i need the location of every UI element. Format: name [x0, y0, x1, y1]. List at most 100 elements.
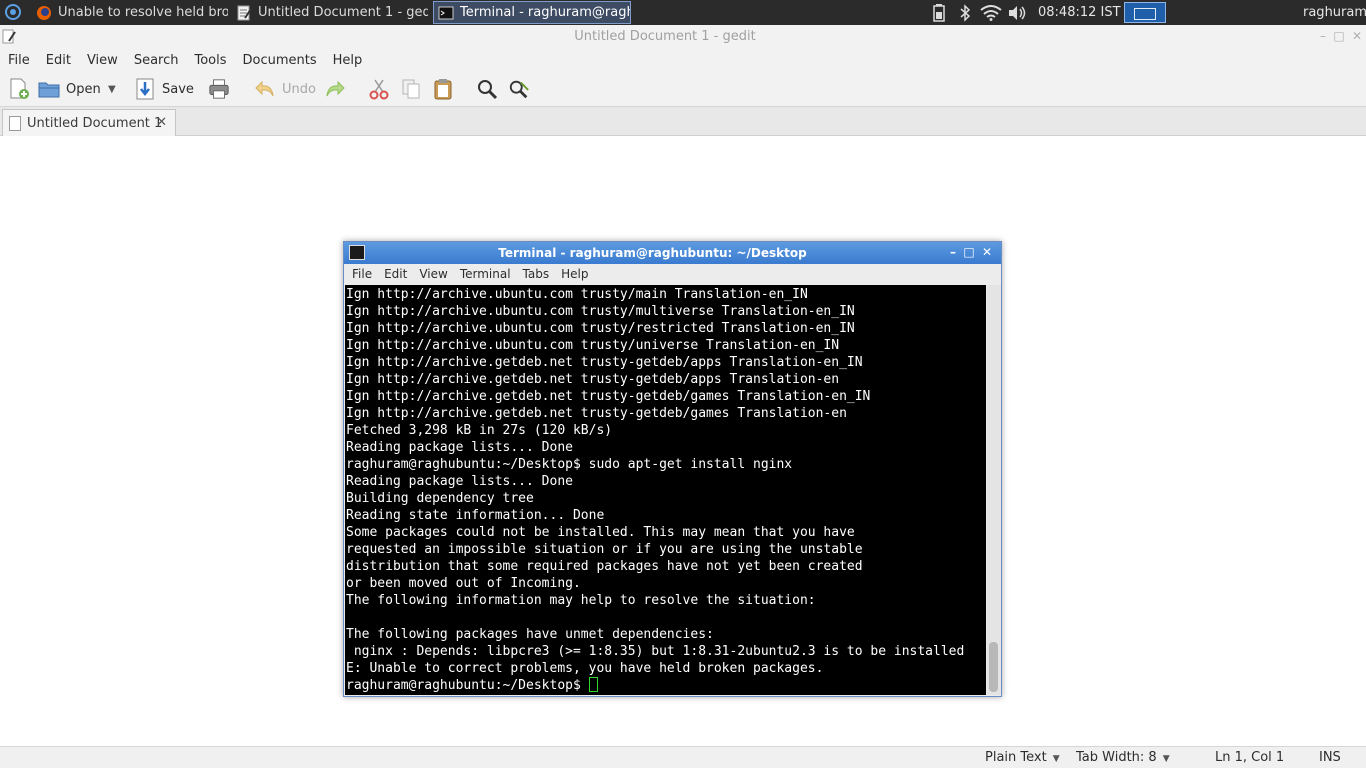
search-replace-button[interactable] — [508, 77, 536, 101]
terminal-titlebar[interactable]: Terminal - raghuram@raghubuntu: ~/Deskto… — [344, 242, 1001, 264]
language-selector[interactable]: Plain Text ▼ — [985, 747, 1060, 768]
insert-mode: INS — [1319, 750, 1341, 765]
terminal-line: Ign http://archive.ubuntu.com trusty/res… — [346, 321, 855, 336]
save-button[interactable]: Save — [134, 77, 194, 101]
terminal-menu-file[interactable]: File — [346, 267, 378, 281]
new-file-icon — [8, 78, 30, 100]
terminal-line: Building dependency tree — [346, 491, 534, 506]
terminal-menu-terminal[interactable]: Terminal — [454, 267, 517, 281]
terminal-icon — [438, 5, 454, 21]
menu-help[interactable]: Help — [325, 53, 371, 68]
clock[interactable]: 08:48:12 IST — [1038, 0, 1121, 25]
chevron-down-icon: ▼ — [1052, 754, 1060, 764]
taskbar-item-terminal[interactable]: Terminal - raghuram@ragh… — [433, 1, 631, 24]
open-recent-dropdown[interactable]: ▼ — [108, 77, 116, 101]
taskbar-item-label: Terminal - raghuram@ragh… — [460, 5, 631, 20]
close-button[interactable]: ✕ — [1350, 29, 1364, 43]
terminal-line: Some packages could not be installed. Th… — [346, 525, 855, 540]
taskbar-item-gedit[interactable]: Untitled Document 1 - gedit — [232, 1, 428, 24]
terminal-scrollbar[interactable] — [987, 285, 1001, 695]
terminal-menu-tabs[interactable]: Tabs — [517, 267, 556, 281]
wifi-icon[interactable] — [979, 0, 1003, 25]
terminal-cursor — [588, 677, 598, 692]
document-icon — [9, 115, 21, 131]
terminal-prompt-line[interactable]: raghuram@raghubuntu:~/Desktop$ — [346, 677, 986, 694]
volume-icon[interactable] — [1006, 0, 1028, 25]
menu-search[interactable]: Search — [126, 53, 187, 68]
menu-tools[interactable]: Tools — [186, 53, 234, 68]
top-panel: Unable to resolve held bro… Untitled Doc… — [0, 0, 1366, 25]
text-editor-icon — [236, 5, 252, 21]
save-icon — [134, 78, 156, 100]
terminal-menubar: File Edit View Terminal Tabs Help — [344, 264, 1001, 284]
terminal-line: Reading package lists... Done — [346, 474, 573, 489]
terminal-line: E: Unable to correct problems, you have … — [346, 661, 824, 676]
terminal-menu-help[interactable]: Help — [555, 267, 594, 281]
language-label: Plain Text — [985, 750, 1047, 765]
menu-view[interactable]: View — [79, 53, 126, 68]
applications-menu-button[interactable] — [3, 2, 23, 22]
terminal-line: nginx : Depends: libpcre3 (>= 1:8.35) bu… — [346, 644, 965, 659]
terminal-line: requested an impossible situation or if … — [346, 542, 863, 557]
undo-button[interactable]: Undo — [254, 77, 316, 101]
menu-file[interactable]: File — [0, 53, 38, 68]
terminal-line: Ign http://archive.ubuntu.com trusty/uni… — [346, 338, 840, 353]
window-title: Untitled Document 1 - gedit — [574, 29, 756, 44]
redo-icon — [324, 78, 346, 100]
user-menu[interactable]: raghuram — [1303, 0, 1366, 25]
terminal-line: The following packages have unmet depend… — [346, 627, 714, 642]
gedit-statusbar: Plain Text ▼ Tab Width: 8 ▼ Ln 1, Col 1 IN… — [0, 746, 1366, 768]
workspace-window-preview — [1134, 8, 1156, 20]
chevron-down-icon: ▼ — [1162, 754, 1170, 764]
tab-label: Untitled Document 1 — [27, 115, 163, 131]
terminal-line: Ign http://archive.getdeb.net trusty-get… — [346, 372, 840, 387]
paste-button[interactable] — [432, 77, 460, 101]
terminal-line: Reading package lists... Done — [346, 440, 573, 455]
copy-button[interactable] — [400, 77, 428, 101]
undo-label: Undo — [282, 81, 316, 97]
terminal-menu-edit[interactable]: Edit — [378, 267, 413, 281]
taskbar-item-firefox[interactable]: Unable to resolve held bro… — [32, 1, 228, 24]
terminal-menu-view[interactable]: View — [413, 267, 453, 281]
menu-edit[interactable]: Edit — [38, 53, 79, 68]
terminal-line: Ign http://archive.ubuntu.com trusty/mul… — [346, 304, 855, 319]
terminal-line: Ign http://archive.ubuntu.com trusty/mai… — [346, 287, 808, 302]
terminal-title: Terminal - raghuram@raghubuntu: ~/Deskto… — [498, 246, 807, 260]
scrollbar-thumb[interactable] — [989, 642, 998, 692]
folder-open-icon — [38, 78, 60, 100]
chevron-down-icon: ▼ — [108, 83, 116, 95]
cut-button[interactable] — [368, 77, 396, 101]
maximize-button[interactable]: □ — [1332, 29, 1346, 43]
gedit-titlebar[interactable]: Untitled Document 1 - gedit – □ ✕ — [0, 25, 1366, 49]
terminal-line: The following information may help to re… — [346, 593, 816, 608]
terminal-line: or been moved out of Incoming. — [346, 576, 581, 591]
open-button[interactable]: Open — [38, 77, 101, 101]
new-document-button[interactable] — [8, 77, 36, 101]
scissors-icon — [368, 78, 390, 100]
menu-documents[interactable]: Documents — [235, 53, 325, 68]
firefox-icon — [36, 5, 52, 21]
bluetooth-icon[interactable] — [956, 0, 974, 25]
tab-width-selector[interactable]: Tab Width: 8 ▼ — [1076, 747, 1170, 768]
search-button[interactable] — [476, 77, 504, 101]
tab-width-label: Tab Width: 8 — [1076, 750, 1157, 765]
minimize-button[interactable]: – — [1316, 29, 1330, 43]
terminal-line: Reading state information... Done — [346, 508, 605, 523]
search-replace-icon — [508, 78, 530, 100]
battery-icon[interactable] — [930, 0, 948, 25]
terminal-line: distribution that some required packages… — [346, 559, 863, 574]
workspace-switcher[interactable] — [1124, 2, 1166, 23]
tab-untitled-document-1[interactable]: Untitled Document 1 ✕ — [2, 109, 176, 136]
terminal-line: Ign http://archive.getdeb.net trusty-get… — [346, 406, 847, 421]
print-button[interactable] — [208, 77, 236, 101]
close-tab-icon[interactable]: ✕ — [156, 115, 167, 130]
undo-icon — [254, 78, 276, 100]
terminal-maximize-button[interactable]: □ — [961, 244, 977, 260]
terminal-output[interactable]: Ign http://archive.ubuntu.com trusty/mai… — [345, 285, 986, 695]
open-label: Open — [66, 81, 101, 97]
terminal-close-button[interactable]: ✕ — [979, 244, 995, 260]
cursor-position: Ln 1, Col 1 — [1215, 750, 1285, 765]
redo-button[interactable] — [324, 77, 352, 101]
terminal-minimize-button[interactable]: – — [945, 244, 961, 260]
